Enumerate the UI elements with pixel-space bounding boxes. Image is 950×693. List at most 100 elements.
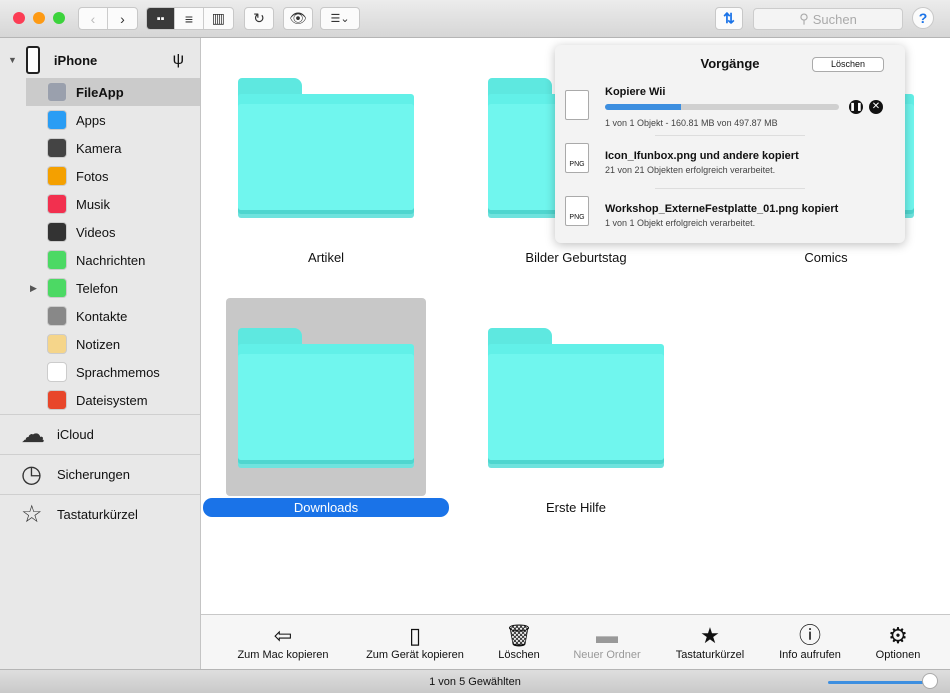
sidebar-item-telefon[interactable]: ▶ Telefon [0, 274, 200, 302]
button-label: Neuer Ordner [573, 649, 641, 661]
sidebar-item-label: Kamera [76, 140, 122, 156]
apps-icon [47, 110, 67, 130]
videos-icon [47, 222, 67, 242]
sidebar-device-iphone[interactable]: ▼ iPhone ψ [0, 42, 200, 78]
sidebar-item-dateisystem[interactable]: Dateisystem [0, 386, 200, 414]
sidebar-item-label: Fotos [76, 168, 109, 184]
section-label: Tastaturkürzel [57, 507, 138, 522]
toolbar: ‹ › ▪▪ ≡ ▥ ↻ 👁 ☰⌄ ⇅ ⚲ Suchen ? [0, 0, 950, 38]
list-chevron-icon: ☰⌄ [330, 13, 350, 25]
musik-icon [47, 194, 67, 214]
pause-button[interactable]: ❚❚ [849, 100, 863, 114]
nachrichten-icon [47, 250, 67, 270]
sidebar-item-kontakte[interactable]: Kontakte [0, 302, 200, 330]
help-button[interactable]: ? [912, 7, 934, 29]
clear-button[interactable]: Löschen [812, 57, 884, 72]
status-bar: 1 von 5 Gewählten [0, 669, 950, 693]
sidebar-item-videos[interactable]: Videos [0, 218, 200, 246]
neuer-ordner-button: ▬ Neuer Ordner [547, 623, 667, 661]
tastaturkürzel-icon: ★ [700, 623, 720, 648]
button-label: Zum Mac kopieren [237, 649, 329, 661]
sidebar-item-label: Nachrichten [76, 252, 146, 268]
search-icon: ⚲ [799, 11, 809, 26]
sidebar-section-sicherungen[interactable]: ◷ Sicherungen [0, 454, 200, 494]
folder-icon[interactable] [226, 328, 414, 468]
preview-button[interactable]: 👁 [283, 7, 313, 30]
kamera-icon [47, 138, 67, 158]
icon-view-button[interactable]: ▪▪ [147, 8, 176, 29]
folder-icon[interactable] [476, 328, 664, 468]
progress-fill [605, 104, 681, 110]
zum-gerät-kopieren-icon: ▯ [408, 623, 422, 648]
sidebar-item-label: Sprachmemos [76, 364, 160, 380]
sort-menu-button[interactable]: ☰⌄ [320, 7, 360, 30]
search-input[interactable]: ⚲ Suchen [753, 8, 903, 30]
action-bar: ⇦ Zum Mac kopieren ▯ Zum Gerät kopieren 🗑 Lös… [201, 614, 950, 669]
info-aufrufen-icon: ⓘ [798, 623, 821, 648]
list-view-button[interactable]: ≡ [175, 8, 204, 29]
back-button[interactable]: ‹ [79, 8, 109, 29]
sprachmemos-icon [47, 362, 67, 382]
button-label: Tastaturkürzel [675, 649, 745, 661]
current-op-title: Kopiere Wii [605, 86, 666, 98]
refresh-button[interactable]: ↻ [244, 7, 274, 30]
sidebar-item-label: Telefon [76, 280, 118, 296]
sidebar-item-apps[interactable]: Apps [0, 106, 200, 134]
optionen-button[interactable]: ⚙ Optionen [838, 623, 950, 661]
close-window-button[interactable] [13, 12, 25, 24]
view-mode-segmented: ▪▪ ≡ ▥ [146, 7, 234, 30]
current-op-detail: 1 von 1 Objekt - 160.81 MB von 497.87 MB [605, 118, 778, 128]
png-file-icon: PNG [565, 143, 589, 173]
zoom-window-button[interactable] [53, 12, 65, 24]
folder-label[interactable]: Bilder Geburtstag [451, 250, 701, 265]
section-label: Sicherungen [57, 467, 130, 482]
button-label: Optionen [875, 649, 921, 661]
folder-label[interactable]: Artikel [201, 250, 451, 265]
folder-label[interactable]: Comics [701, 250, 950, 265]
minimize-window-button[interactable] [33, 12, 45, 24]
zum-mac-kopieren-button[interactable]: ⇦ Zum Mac kopieren [223, 623, 343, 661]
sidebar-item-nachrichten[interactable]: Nachrichten [0, 246, 200, 274]
cancel-button[interactable]: ✕ [869, 100, 883, 114]
löschen-icon: 🗑 [505, 623, 533, 648]
refresh-icon: ↻ [253, 10, 265, 26]
sidebar-item-label: Apps [76, 112, 106, 128]
transfers-button[interactable]: ⇅ [715, 7, 743, 30]
zoom-slider[interactable] [828, 681, 928, 684]
star-icon: ☆ [21, 501, 43, 528]
column-view-button[interactable]: ▥ [204, 8, 233, 29]
clock-icon: ◷ [21, 461, 42, 488]
zoom-slider-thumb[interactable] [922, 673, 938, 689]
sidebar-item-kamera[interactable]: Kamera [0, 134, 200, 162]
folder-label[interactable]: Downloads [203, 498, 449, 517]
usb-icon: ψ [172, 51, 184, 68]
folder-icon[interactable] [226, 78, 414, 218]
sidebar: ▼ iPhone ψ FileApp Apps Kamera Fotos Musik Vi… [0, 38, 201, 669]
document-icon [565, 90, 589, 120]
nav-buttons: ‹ › [78, 7, 138, 30]
dateisystem-icon [47, 390, 67, 410]
sidebar-item-notizen[interactable]: Notizen [0, 330, 200, 358]
progress-bar [605, 104, 839, 110]
sidebar-item-label: Kontakte [76, 308, 128, 324]
iphone-icon [25, 46, 40, 74]
button-label: Zum Gerät kopieren [366, 649, 464, 661]
zum-gerät-kopieren-button[interactable]: ▯ Zum Gerät kopieren [355, 623, 475, 661]
sidebar-item-fileapp[interactable]: FileApp [26, 78, 200, 106]
fileapp-icon [47, 82, 67, 102]
forward-button[interactable]: › [108, 8, 137, 29]
sidebar-item-label: FileApp [76, 84, 124, 100]
sidebar-section-tastaturkürzel[interactable]: ☆ Tastaturkürzel [0, 494, 200, 534]
disclosure-open-icon: ▼ [8, 55, 17, 65]
sidebar-item-fotos[interactable]: Fotos [0, 162, 200, 190]
sidebar-item-sprachmemos[interactable]: Sprachmemos [0, 358, 200, 386]
cloud-icon: ☁ [21, 421, 45, 448]
done-op-title: Workshop_ExterneFestplatte_01.png kopier… [605, 203, 839, 215]
sidebar-section-icloud[interactable]: ☁ iCloud [0, 414, 200, 454]
kontakte-icon [47, 306, 67, 326]
png-file-icon: PNG [565, 196, 589, 226]
eye-icon: 👁 [289, 10, 307, 26]
zum-mac-kopieren-icon: ⇦ [273, 623, 293, 648]
sidebar-item-musik[interactable]: Musik [0, 190, 200, 218]
folder-label[interactable]: Erste Hilfe [451, 500, 701, 515]
